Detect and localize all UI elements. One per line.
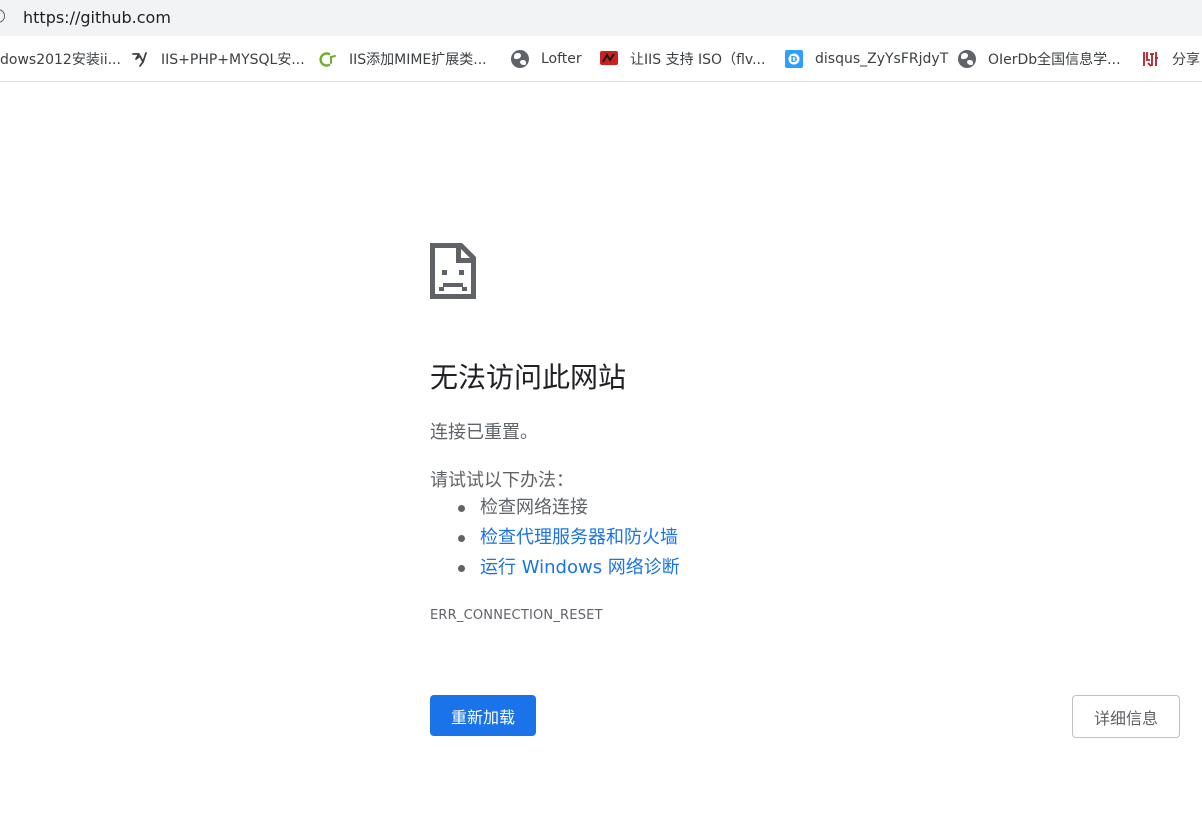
details-button[interactable]: 详细信息	[1072, 695, 1180, 738]
bookmark-label: IIS添加MIME扩展类...	[349, 52, 487, 68]
suggestions-list: 检查网络连接 检查代理服务器和防火墙 运行 Windows 网络诊断	[430, 493, 680, 583]
error-code: ERR_CONNECTION_RESET	[430, 608, 603, 623]
red-pattern-icon	[1143, 52, 1158, 67]
bird-logo-icon	[132, 52, 147, 67]
suggestion-link-text[interactable]: 运行 Windows 网络诊断	[480, 557, 680, 578]
suggestions-heading: 请试试以下办法：	[430, 470, 574, 491]
bookmark-item-lofter[interactable]: Lofter	[511, 49, 582, 69]
suggestion-run-diagnostics-link[interactable]: 运行 Windows 网络诊断	[430, 553, 680, 583]
bookmark-label: dows2012安装ii...	[0, 52, 121, 68]
bookmark-label: OIerDb全国信息学...	[988, 52, 1121, 68]
svg-text:D: D	[791, 55, 798, 64]
error-description: 连接已重置。	[430, 422, 538, 443]
bookmarks-bar: dows2012安装ii... IIS+PHP+MYSQL安... IIS添加M…	[0, 36, 1202, 82]
bookmark-label: IIS+PHP+MYSQL安...	[161, 52, 305, 68]
url-field[interactable]: https://github.com	[23, 8, 171, 27]
info-icon[interactable]	[0, 9, 5, 23]
bookmark-item-iis-php-mysql[interactable]: IIS+PHP+MYSQL安...	[131, 49, 305, 69]
bookmark-label: Lofter	[541, 51, 582, 67]
error-title: 无法访问此网站	[430, 361, 627, 394]
disqus-icon: D	[785, 50, 803, 68]
bookmark-item-iis-iso[interactable]: 让IIS 支持 ISO（flv...	[600, 49, 765, 69]
bookmark-item-oierdb[interactable]: OIerDb全国信息学...	[958, 49, 1121, 69]
reload-button[interactable]: 重新加载	[430, 695, 536, 736]
omnibox-row: https://github.com	[0, 0, 1202, 36]
bookmark-label: disqus_ZyYsFRjdyT	[815, 51, 949, 67]
sad-page-icon	[430, 243, 476, 299]
suggestion-link-text[interactable]: 检查代理服务器和防火墙	[480, 527, 678, 548]
bookmark-item-windows2012[interactable]: dows2012安装ii...	[0, 49, 121, 69]
suggestion-text: 检查网络连接	[480, 497, 588, 518]
suggestion-check-network: 检查网络连接	[430, 493, 680, 523]
red-logo-icon	[600, 51, 618, 65]
green-leaf-icon	[319, 52, 336, 67]
bookmark-item-iis-mime[interactable]: IIS添加MIME扩展类...	[319, 49, 487, 69]
globe-icon	[511, 50, 529, 68]
bookmark-item-disqus[interactable]: D disqus_ZyYsFRjdyT	[785, 49, 948, 69]
globe-icon	[958, 50, 976, 68]
bookmark-item-share[interactable]: 分享	[1142, 49, 1200, 69]
suggestion-check-proxy-link[interactable]: 检查代理服务器和防火墙	[430, 523, 680, 553]
bookmark-label: 分享	[1172, 52, 1200, 68]
bookmark-label: 让IIS 支持 ISO（flv...	[630, 52, 766, 68]
